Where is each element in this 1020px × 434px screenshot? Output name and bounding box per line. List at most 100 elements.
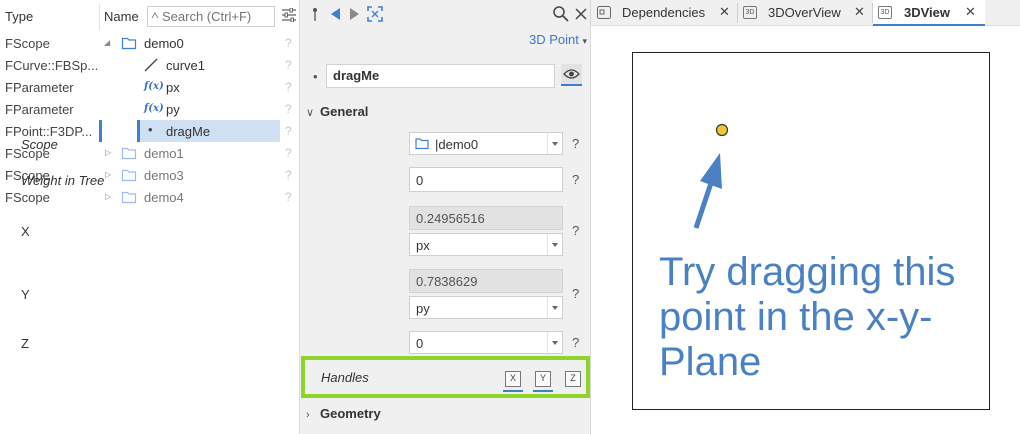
help-icon[interactable]: ? (285, 58, 292, 72)
weight-field[interactable]: 0 (409, 167, 563, 192)
expand-arrow-icon[interactable]: ▷ (105, 148, 113, 158)
expand-arrow-icon[interactable]: ▷ (105, 170, 113, 180)
x-label: X (21, 224, 30, 239)
dropdown-arrow-icon[interactable] (547, 332, 562, 353)
folder-icon (121, 191, 137, 204)
row-type: FCurve::FBSp... (5, 58, 97, 73)
help-icon[interactable]: ? (285, 190, 292, 204)
point-icon: • (148, 122, 153, 137)
help-icon[interactable]: ? (285, 124, 292, 138)
search-icon (151, 12, 159, 19)
tab-label: Dependencies (622, 5, 706, 20)
help-icon[interactable]: ? (572, 335, 579, 350)
z-parameter-combobox[interactable]: 0 (409, 331, 563, 354)
fit-selection-icon[interactable] (366, 5, 384, 23)
y-value: 0.7838629 (416, 274, 478, 289)
object-tree-panel: Type Name FScope ◢ demo0 ? FCurve::FBSp.… (0, 0, 300, 434)
row-name: px (166, 80, 180, 95)
folder-icon (121, 147, 137, 160)
z-handle-toggle[interactable]: Z (565, 371, 581, 387)
dropdown-arrow-icon[interactable] (547, 234, 562, 255)
object-kind-dropdown[interactable]: 3D Point ▾ (529, 32, 587, 47)
x-value: 0.24956516 (416, 211, 485, 226)
weight-label: Weight in Tree (21, 173, 105, 188)
point-icon: • (313, 69, 318, 84)
scope-label: Scope (21, 137, 58, 152)
chevron-down-icon: ▾ (582, 36, 587, 46)
active-tab-indicator (873, 24, 985, 26)
eye-icon (563, 69, 580, 79)
pin-icon[interactable] (307, 5, 325, 23)
name-column-header[interactable]: Name (104, 9, 139, 24)
row-name: demo0 (144, 36, 184, 51)
help-icon[interactable]: ? (285, 146, 292, 160)
tree-search-field[interactable] (147, 6, 275, 27)
tab-3dview[interactable]: 3D 3DView ✕ (873, 0, 985, 26)
tree-row[interactable]: FCurve::FBSp... curve1 ? (0, 54, 300, 76)
help-icon[interactable]: ? (572, 136, 579, 151)
object-name-value: dragMe (333, 68, 380, 83)
x-handle-active-indicator (503, 390, 523, 392)
help-icon[interactable]: ? (285, 102, 292, 116)
close-icon[interactable] (572, 5, 590, 23)
help-icon[interactable]: ? (285, 36, 292, 50)
dropdown-arrow-icon[interactable] (547, 133, 562, 154)
collapse-arrow-icon[interactable]: ◢ (104, 38, 112, 48)
section-geometry-header[interactable]: › Geometry (306, 406, 381, 421)
y-value-field: 0.7838629 (409, 269, 563, 293)
column-divider[interactable] (99, 4, 100, 30)
row-name: curve1 (166, 58, 206, 73)
scope-combobox[interactable]: |demo0 (409, 132, 563, 155)
filter-settings-icon[interactable] (282, 8, 296, 22)
x-parameter-value: px (416, 238, 430, 253)
help-icon[interactable]: ? (572, 172, 579, 187)
x-handle-toggle[interactable]: X (505, 371, 521, 387)
row-name: demo4 (144, 190, 184, 205)
forward-arrow-icon[interactable] (345, 5, 363, 23)
search-icon[interactable] (552, 5, 570, 23)
z-value: 0 (416, 336, 424, 351)
object-name-field[interactable]: dragMe (326, 64, 555, 88)
tree-row[interactable]: FScope ◢ demo0 ? (0, 32, 300, 54)
help-icon[interactable]: ? (285, 80, 292, 94)
row-name: demo1 (144, 146, 184, 161)
help-icon[interactable]: ? (285, 168, 292, 182)
help-icon[interactable]: ? (572, 223, 579, 238)
tab-dependencies[interactable]: Dependencies ✕ (591, 0, 737, 26)
tree-search-input[interactable] (162, 8, 272, 25)
close-icon[interactable]: ✕ (965, 4, 976, 20)
instruction-text: Try dragging this point in the x-y-Plane (659, 250, 956, 384)
draggable-point[interactable] (715, 123, 729, 137)
y-parameter-combobox[interactable]: py (409, 296, 563, 319)
object-kind-label: 3D Point (528, 32, 579, 47)
folder-icon (415, 138, 429, 150)
row-type: FScope (5, 190, 50, 205)
tab-bar: Dependencies ✕ 3D 3DOverView ✕ 3D 3DView… (591, 0, 1020, 26)
weight-value: 0 (416, 173, 424, 188)
folder-icon (121, 37, 137, 50)
chevron-right-icon: › (306, 409, 310, 421)
tab-label: 3DView (904, 5, 951, 20)
dropdown-arrow-icon[interactable] (547, 297, 562, 318)
tree-row[interactable]: FScope ▷ demo4 ? (0, 186, 300, 208)
y-handle-toggle[interactable]: Y (535, 371, 551, 387)
tree-row[interactable]: FParameter f(x) py ? (0, 98, 300, 120)
tree-row[interactable]: FParameter f(x) px ? (0, 76, 300, 98)
type-column-header[interactable]: Type (5, 9, 33, 24)
close-icon[interactable]: ✕ (719, 4, 730, 20)
back-arrow-icon[interactable] (327, 5, 345, 23)
section-general-label: General (320, 104, 369, 119)
folder-icon (121, 169, 137, 182)
curve-icon (144, 58, 158, 72)
selection-marker (99, 120, 102, 142)
help-icon[interactable]: ? (572, 286, 579, 301)
expand-arrow-icon[interactable]: ▷ (105, 192, 113, 202)
3d-viewport[interactable]: Try dragging this point in the x-y-Plane (632, 52, 990, 410)
x-parameter-combobox[interactable]: px (409, 233, 563, 256)
row-name: dragMe (166, 124, 211, 139)
tab-3doverview[interactable]: 3D 3DOverView ✕ (738, 0, 872, 26)
close-icon[interactable]: ✕ (854, 4, 865, 20)
visibility-toggle[interactable] (561, 64, 582, 86)
function-icon: f(x) (144, 103, 164, 114)
section-general-header[interactable]: ∨ General (306, 104, 368, 119)
